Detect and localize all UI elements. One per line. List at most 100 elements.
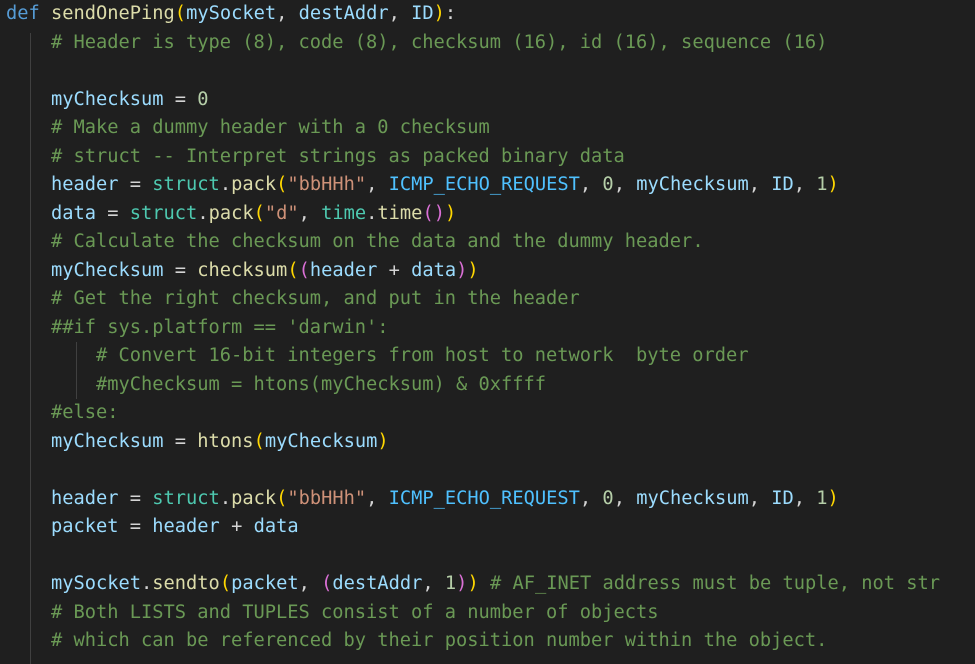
code-token: header: [152, 516, 220, 537]
code-token: ): [444, 202, 457, 224]
code-line[interactable]: myChecksum = htons(myChecksum): [6, 428, 389, 457]
code-token: (: [253, 202, 265, 224]
code-line[interactable]: myChecksum = checksum((header + data)): [6, 257, 479, 286]
code-token: ,: [422, 573, 445, 594]
code-token: 1: [816, 174, 828, 195]
code-token: 0: [197, 88, 209, 110]
code-token: ): [433, 3, 445, 24]
code-token: (: [298, 259, 310, 281]
code-token: (: [276, 487, 288, 509]
indentation: [6, 203, 51, 224]
code-token: pack: [231, 487, 277, 509]
code-line[interactable]: mySocket.sendto(packet, (destAddr, 1)) #…: [6, 570, 940, 599]
code-token: =: [163, 430, 198, 452]
code-token: (: [287, 259, 299, 281]
code-token: # struct -- Interpret strings as packed …: [51, 145, 625, 167]
code-token: myChecksum: [636, 174, 749, 195]
code-token: ,: [276, 3, 299, 24]
code-line[interactable]: myChecksum = 0: [6, 86, 209, 115]
code-token: # Convert 16-bit integers from host to n…: [96, 345, 749, 366]
code-line[interactable]: header = struct.pack("bbHHh", ICMP_ECHO_…: [6, 171, 839, 200]
code-token: =: [96, 202, 130, 224]
code-token: ,: [748, 174, 772, 195]
code-line[interactable]: # struct -- Interpret strings as packed …: [6, 143, 625, 172]
code-token: (: [174, 3, 187, 24]
code-token: =: [118, 516, 153, 537]
code-token: pack: [231, 174, 277, 195]
code-token: ,: [613, 174, 637, 195]
code-token: mySocket: [186, 3, 277, 24]
code-line[interactable]: # Header is type (8), code (8), checksum…: [6, 29, 827, 58]
code-token: # Make a dummy header with a 0 checksum: [51, 117, 490, 138]
code-token: ICMP_ECHO_REQUEST: [388, 487, 580, 509]
code-token: ,: [793, 174, 817, 195]
code-token: myChecksum: [51, 88, 164, 110]
code-token: ,: [748, 487, 772, 509]
indentation: [6, 231, 51, 252]
code-token: =: [163, 259, 198, 281]
code-token: myChecksum: [636, 487, 749, 509]
code-token: header: [51, 487, 119, 509]
code-editor[interactable]: def sendOnePing(mySocket, destAddr, ID):…: [0, 0, 975, 664]
code-token: ): [456, 573, 468, 594]
code-token: # AF_INET address must be tuple, not str: [489, 573, 941, 594]
code-line[interactable]: #myChecksum = htons(myChecksum) & 0xffff: [6, 371, 546, 400]
code-token: #else:: [51, 402, 119, 423]
code-token: ,: [579, 487, 603, 509]
indentation: [6, 431, 51, 452]
code-line[interactable]: data = struct.pack("d", time.time()): [6, 200, 456, 229]
code-token: struct: [152, 487, 220, 509]
code-token: =: [118, 174, 153, 195]
code-line[interactable]: ##if sys.platform == 'darwin':: [6, 314, 389, 343]
code-token: packet: [51, 516, 119, 537]
indentation: [6, 317, 51, 338]
code-token: ,: [388, 3, 412, 24]
code-token: destAddr: [298, 3, 389, 24]
code-token: ,: [366, 174, 389, 195]
code-line[interactable]: header = struct.pack("bbHHh", ICMP_ECHO_…: [6, 485, 839, 514]
indentation: [6, 516, 51, 537]
code-token: data: [51, 202, 97, 224]
code-token: ICMP_ECHO_REQUEST: [388, 174, 580, 195]
code-token: (): [422, 202, 445, 224]
code-token: sendto: [152, 573, 220, 594]
code-token: # Calculate the checksum on the data and…: [51, 231, 704, 252]
code-token: checksum: [197, 259, 288, 281]
code-token: # Header is type (8), code (8), checksum…: [51, 31, 828, 53]
code-line[interactable]: packet = header + data: [6, 513, 299, 542]
code-token: time: [321, 202, 367, 224]
code-token: .: [219, 174, 232, 195]
indentation: [6, 602, 51, 623]
code-token: "d": [264, 202, 299, 224]
code-token: ): [827, 174, 839, 195]
code-line[interactable]: # Make a dummy header with a 0 checksum: [6, 114, 490, 143]
code-token: pack: [208, 202, 254, 224]
code-line[interactable]: # Get the right checksum, and put in the…: [6, 285, 580, 314]
code-line[interactable]: # Calculate the checksum on the data and…: [6, 228, 704, 257]
code-line[interactable]: # Convert 16-bit integers from host to n…: [6, 342, 749, 371]
indentation: [6, 573, 51, 594]
indentation: [6, 174, 51, 195]
code-token: destAddr: [332, 573, 423, 594]
code-token: 1: [444, 573, 457, 594]
code-token: ): [377, 430, 389, 452]
code-token: ,: [298, 573, 322, 594]
code-token: myChecksum: [51, 259, 164, 281]
code-token: ): [827, 487, 839, 509]
code-token: (: [219, 573, 232, 594]
code-token: ,: [793, 487, 817, 509]
code-line[interactable]: def sendOnePing(mySocket, destAddr, ID):: [6, 0, 456, 29]
code-token: (: [253, 430, 265, 452]
code-token: 1: [816, 487, 828, 509]
code-line[interactable]: # Both LISTS and TUPLES consist of a num…: [6, 599, 659, 628]
code-token: htons: [197, 430, 254, 452]
code-token: 0: [602, 487, 614, 509]
code-token: (: [276, 174, 288, 195]
code-token: "bbHHh": [287, 487, 367, 509]
code-token: ): [467, 259, 479, 281]
code-token: sendOnePing: [51, 3, 175, 24]
code-line[interactable]: # which can be referenced by their posit…: [6, 627, 827, 656]
code-line[interactable]: #else:: [6, 399, 119, 428]
code-token: mySocket: [51, 573, 142, 594]
